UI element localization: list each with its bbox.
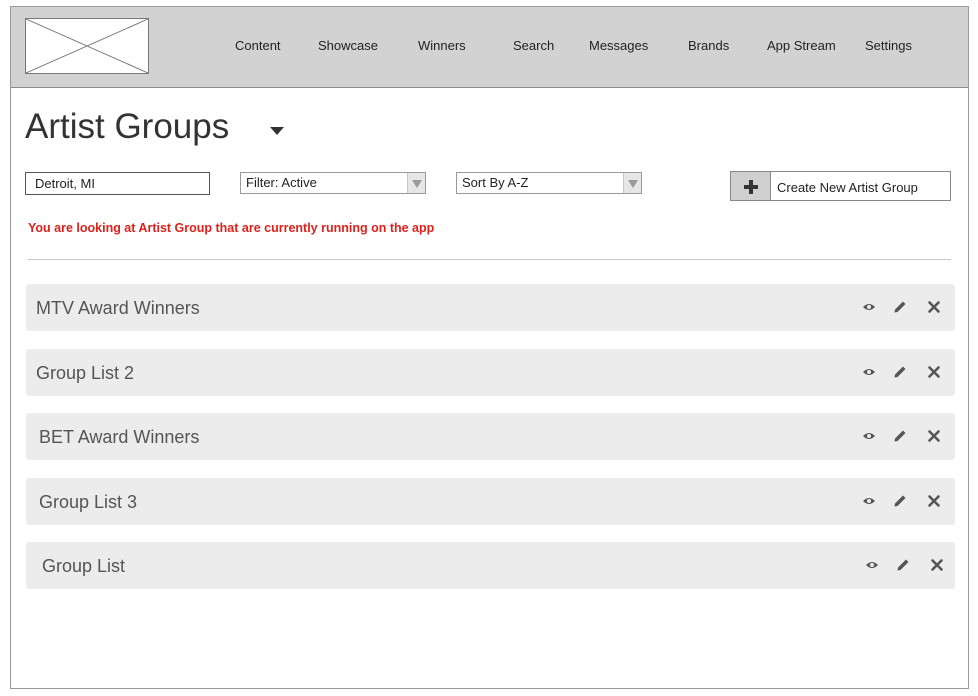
plus-icon [744, 180, 758, 194]
pencil-icon[interactable] [893, 300, 907, 314]
chevron-down-icon [623, 173, 641, 193]
list-item-group[interactable]: Group List [26, 542, 955, 589]
pencil-icon[interactable] [893, 365, 907, 379]
nav-item-settings[interactable]: Settings [865, 38, 912, 53]
logo-placeholder[interactable] [25, 18, 149, 74]
title-dropdown-caret-icon[interactable] [270, 127, 284, 135]
list-item-group[interactable]: MTV Award Winners [26, 284, 955, 331]
close-icon[interactable] [927, 494, 941, 508]
nav-item-app-stream[interactable]: App Stream [767, 38, 836, 53]
group-name: Group List [42, 556, 126, 576]
close-icon[interactable] [930, 558, 944, 572]
group-name: Group List 2 [36, 363, 135, 383]
group-name: Group List 3 [39, 492, 138, 512]
eye-icon[interactable] [862, 300, 876, 314]
pencil-icon[interactable] [893, 494, 907, 508]
group-name: MTV Award Winners [36, 298, 200, 318]
eye-icon[interactable] [862, 494, 876, 508]
list-item-group[interactable]: BET Award Winners [26, 413, 955, 460]
nav-item-showcase[interactable]: Showcase [318, 38, 378, 53]
app-frame: Content Showcase Winners Search Messages… [10, 6, 969, 689]
eye-icon[interactable] [862, 365, 876, 379]
location-input[interactable] [25, 172, 210, 195]
group-name: BET Award Winners [39, 427, 200, 447]
close-icon[interactable] [927, 300, 941, 314]
nav-item-search[interactable]: Search [513, 38, 554, 53]
close-icon[interactable] [927, 429, 941, 443]
eye-icon[interactable] [862, 429, 876, 443]
page-title: Artist Groups [25, 107, 230, 146]
status-filter-value: Filter: Active [246, 175, 317, 190]
nav-item-messages[interactable]: Messages [589, 38, 648, 53]
create-button-label: Create New Artist Group [777, 180, 918, 195]
top-navigation-bar: Content Showcase Winners Search Messages… [11, 7, 968, 88]
nav-item-content[interactable]: Content [235, 38, 281, 53]
status-filter-select[interactable]: Filter: Active [240, 172, 426, 194]
eye-icon[interactable] [865, 558, 879, 572]
pencil-icon[interactable] [896, 558, 910, 572]
info-message: You are looking at Artist Group that are… [28, 221, 435, 235]
sort-value: Sort By A-Z [462, 175, 529, 190]
close-icon[interactable] [927, 365, 941, 379]
create-artist-group-button[interactable]: Create New Artist Group [730, 171, 951, 201]
list-item-group[interactable]: Group List 3 [26, 478, 955, 525]
nav-item-brands[interactable]: Brands [688, 38, 729, 53]
chevron-down-icon [407, 173, 425, 193]
divider [28, 259, 951, 260]
logo-image-placeholder-icon [26, 19, 148, 73]
sort-select[interactable]: Sort By A-Z [456, 172, 642, 194]
nav-item-winners[interactable]: Winners [418, 38, 466, 53]
list-item-group[interactable]: Group List 2 [26, 349, 955, 396]
pencil-icon[interactable] [893, 429, 907, 443]
plus-button-box [731, 172, 771, 200]
